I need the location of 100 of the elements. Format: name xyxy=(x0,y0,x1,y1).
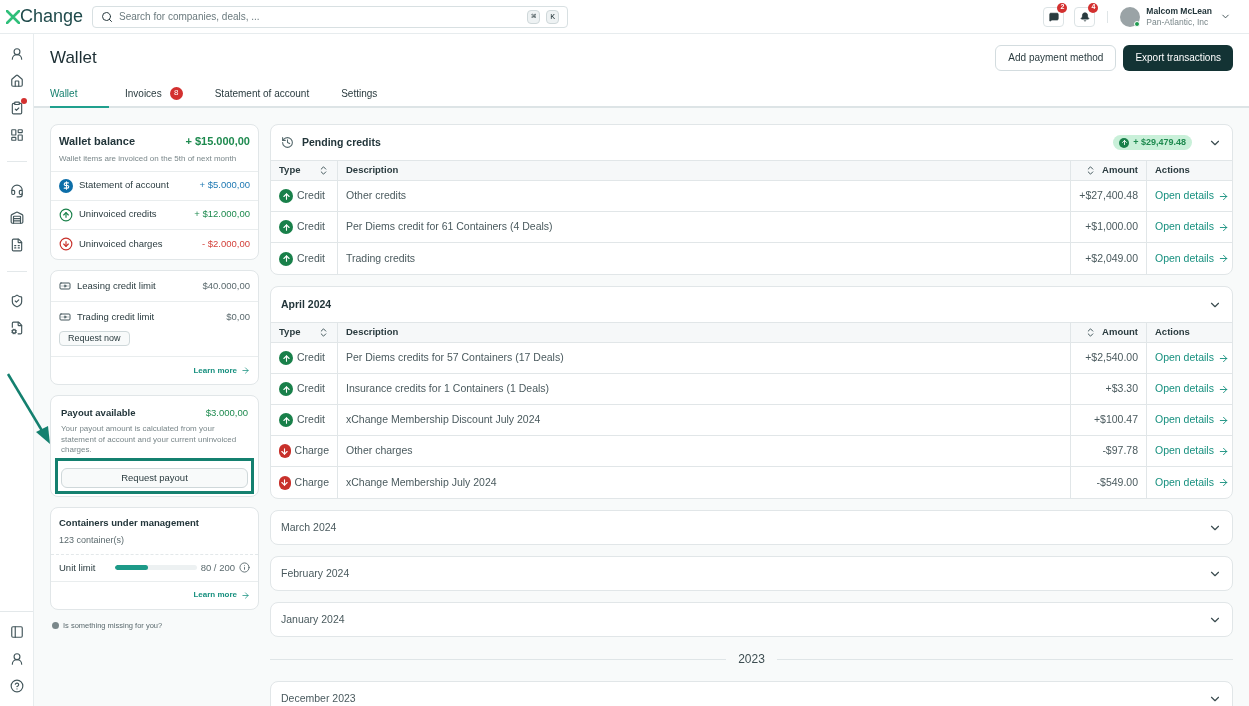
sidebar-icon xyxy=(9,321,24,335)
sidebar-icon xyxy=(9,74,24,88)
arrow-right-icon xyxy=(1217,190,1229,202)
column-header: Type xyxy=(279,163,301,178)
sidebar-icon xyxy=(9,47,24,61)
search-box[interactable]: Search for companies, deals, ... ⌘ K xyxy=(92,5,568,28)
limit-value: $40.000,00 xyxy=(202,278,250,293)
open-details-link[interactable]: Open details xyxy=(1155,188,1229,204)
logo-text: Change xyxy=(20,5,84,28)
open-details-link[interactable]: Open details xyxy=(1155,350,1229,366)
sort-icon xyxy=(318,327,329,338)
arrow-up-icon xyxy=(1119,137,1130,148)
table-cell: Credit xyxy=(297,412,325,428)
history-icon xyxy=(281,136,294,149)
arrow-right-icon xyxy=(1217,383,1229,395)
arrow-right-icon xyxy=(1217,445,1229,457)
open-details-link[interactable]: Open details xyxy=(1155,250,1229,267)
year-divider-label: 2023 xyxy=(738,651,765,668)
sidebar-icon xyxy=(9,211,24,225)
open-details-link[interactable]: Open details xyxy=(1155,412,1229,428)
section-title: Pending credits xyxy=(302,134,381,150)
arrow-right-icon xyxy=(241,590,250,600)
table-cell: -$97.78 xyxy=(1102,443,1138,459)
tab[interactable]: Wallet xyxy=(50,80,109,108)
arrow-down-icon xyxy=(279,444,291,458)
request-payout-button[interactable]: Request payout xyxy=(61,467,248,488)
action-button[interactable]: Add payment method xyxy=(995,44,1117,71)
user-name: Malcom McLean xyxy=(1146,5,1212,17)
sidebar-icon xyxy=(9,184,24,198)
balance-total: + $15.000,00 xyxy=(185,134,250,149)
company-name: Pan-Atlantic, Inc xyxy=(1146,16,1210,28)
arrow-up-icon xyxy=(279,351,293,365)
column-header: Type xyxy=(279,325,301,340)
section-title: December 2023 xyxy=(281,690,356,706)
arrow-up-icon xyxy=(59,207,73,222)
sort-icon xyxy=(318,165,329,176)
section-title: March 2024 xyxy=(281,519,337,535)
column-header: Amount xyxy=(1102,163,1138,178)
table-cell-text: Credit xyxy=(297,250,325,266)
section-title: April 2024 xyxy=(281,296,332,312)
column-header: Description xyxy=(346,325,399,340)
balance-value: + $12.000,00 xyxy=(194,207,250,222)
sidebar-icon xyxy=(9,101,24,115)
balance-label: Statement of account xyxy=(79,178,170,193)
limit-label: Leasing credit limit xyxy=(77,278,157,293)
arrow-up-icon xyxy=(279,189,293,203)
open-details-link[interactable]: Open details xyxy=(1155,381,1229,397)
sidebar-icon xyxy=(9,238,24,252)
card-title: Payout available xyxy=(61,406,136,420)
table-cell: Other credits xyxy=(346,188,407,204)
container-count: 123 container(s) xyxy=(59,534,126,548)
sidebar-icon xyxy=(9,625,24,639)
card-title: Wallet balance xyxy=(59,134,135,149)
tab[interactable]: Settings xyxy=(325,80,394,108)
learn-more-link[interactable]: Learn more xyxy=(193,589,250,602)
count-badge: 8 xyxy=(169,86,183,100)
search-input[interactable]: Search for companies, deals, ... xyxy=(119,9,522,24)
arrow-right-icon xyxy=(1217,352,1229,364)
arrow-right-icon xyxy=(1217,221,1229,233)
table-cell: Charge xyxy=(294,443,329,459)
logo-icon xyxy=(6,9,20,24)
table-cell: xChange Membership Discount July 2024 xyxy=(346,412,541,428)
arrow-right-icon xyxy=(241,366,250,375)
arrow-up-icon xyxy=(279,413,293,427)
total-badge: + $29,479.48 xyxy=(1113,135,1192,150)
table-cell: Insurance credits for 1 Containers (1 Deals) xyxy=(346,381,550,397)
balance-value: - $2.000,00 xyxy=(201,236,250,251)
limit-label: Trading credit limit xyxy=(77,309,156,324)
help-icon xyxy=(52,621,59,629)
payout-amount: $3.000,00 xyxy=(205,406,248,420)
card-note: Wallet items are invoiced on the 5th of next month xyxy=(59,152,238,165)
table-cell-text: -$549.00 xyxy=(1096,474,1138,490)
open-details-link[interactable]: Open details xyxy=(1155,443,1229,459)
sidebar-icon xyxy=(9,128,24,142)
arrow-up-icon xyxy=(279,382,293,396)
open-details-link[interactable]: Open details xyxy=(1155,474,1229,491)
arrow-down-icon xyxy=(59,237,73,251)
table-cell-text: Trading credits xyxy=(346,250,416,266)
arrow-up-icon xyxy=(279,251,293,266)
table-cell: +$3.30 xyxy=(1105,381,1138,397)
learn-more-link[interactable]: Learn more xyxy=(193,364,250,377)
open-details-link[interactable]: Open details xyxy=(1155,219,1229,235)
table-cell: +$1,000.00 xyxy=(1085,219,1138,235)
table-cell-text: Charge xyxy=(294,474,329,490)
balance-value: + $5.000,00 xyxy=(199,178,250,193)
sidebar-icon xyxy=(9,679,24,693)
table-cell: Per Diems credit for 61 Containers (4 Deals) xyxy=(346,219,553,235)
card-note: Your payout amount is calculated from your statement of account and your current uninvoiced charges. xyxy=(61,424,238,456)
table-cell: Per Diems credits for 57 Containers (17 Deals) xyxy=(346,350,564,366)
card-title: Containers under management xyxy=(59,515,200,530)
avatar xyxy=(1120,6,1141,27)
balance-label: Uninvoiced charges xyxy=(79,236,164,251)
tab[interactable]: Invoices 8 xyxy=(109,80,199,108)
action-button[interactable]: Export transactions xyxy=(1123,44,1233,71)
table-cell: Credit xyxy=(297,350,325,366)
column-header: Amount xyxy=(1102,325,1138,340)
arrow-down-icon xyxy=(279,475,291,490)
request-now-button[interactable]: Request now xyxy=(59,331,130,346)
tab[interactable]: Statement of account xyxy=(198,80,326,108)
sidebar-icon xyxy=(9,294,24,308)
